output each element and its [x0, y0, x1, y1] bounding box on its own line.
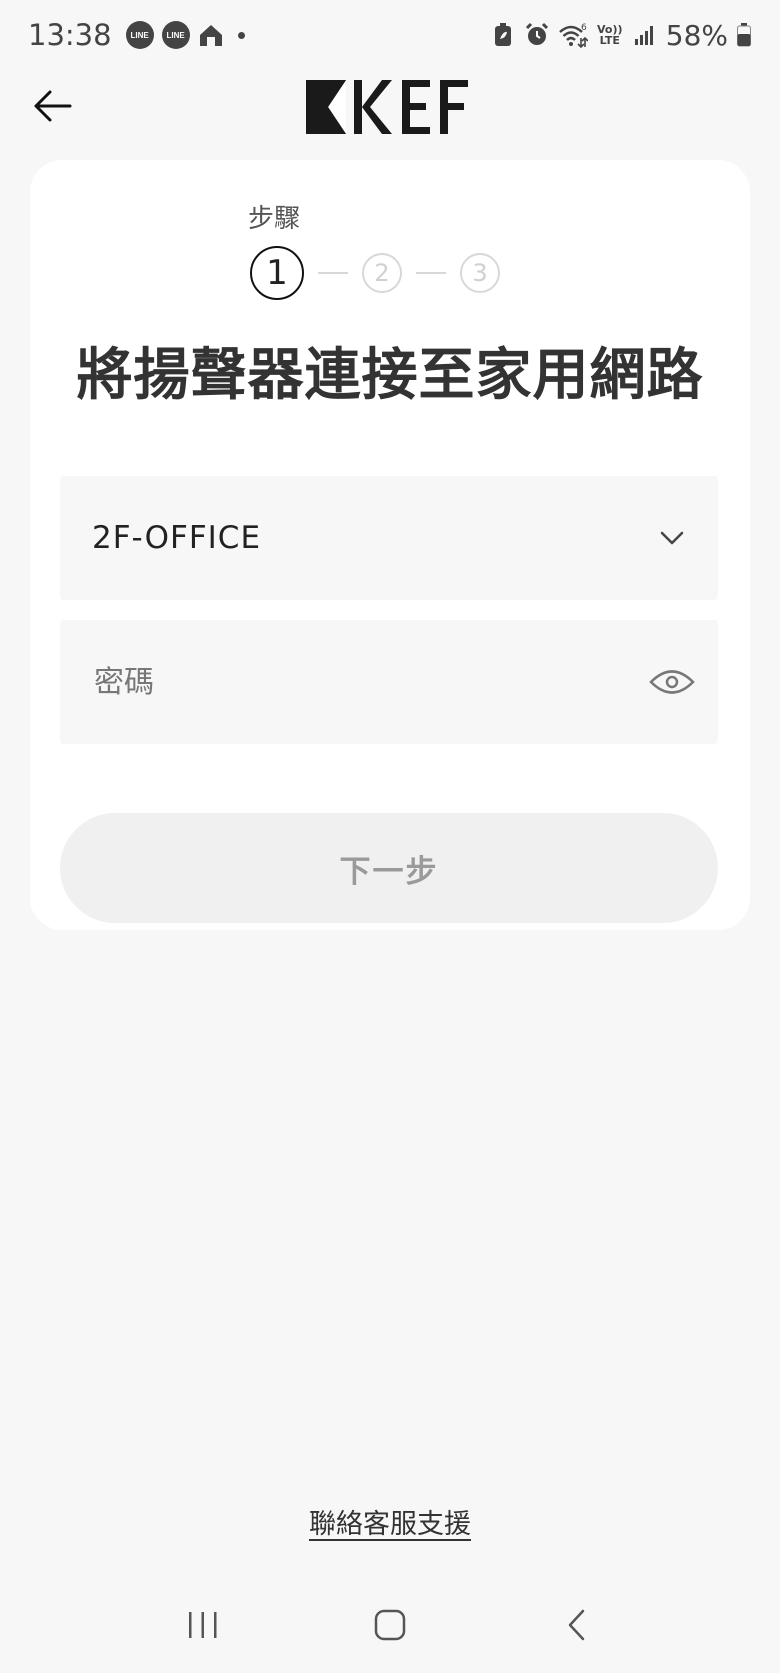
volte-icon: Vo)) LTE [596, 22, 624, 48]
chevron-down-icon [648, 514, 696, 562]
battery-saver-icon [490, 22, 516, 48]
wifi-icon: 6 [558, 22, 588, 48]
next-step-button[interactable]: 下一步 [60, 813, 718, 923]
step-2-indicator: 2 [362, 253, 402, 293]
back-icon [565, 1608, 589, 1646]
wifi-generation: 6 [581, 23, 587, 33]
recent-apps-icon [186, 1610, 220, 1644]
recent-apps-button[interactable] [168, 1597, 238, 1657]
home-icon [373, 1608, 407, 1646]
password-field-container [60, 620, 718, 744]
system-nav-bar [0, 1580, 780, 1673]
contact-support-link[interactable]: 聯絡客服支援 [0, 1502, 780, 1541]
status-left: 13:38 LINE LINE [28, 18, 245, 52]
password-input[interactable] [92, 663, 612, 701]
arrow-left-icon [32, 89, 72, 127]
network-select[interactable]: 2F-OFFICE [60, 476, 718, 600]
network-name: 2F-OFFICE [92, 520, 262, 556]
battery-percent: 58% [665, 18, 728, 52]
status-clock: 13:38 [28, 18, 112, 52]
kef-logo [306, 78, 474, 136]
signal-strength-icon [632, 22, 658, 48]
alarm-icon [524, 22, 550, 48]
eye-icon[interactable] [648, 658, 696, 706]
home-notification-icon [198, 22, 224, 48]
lte-label: LTE [599, 34, 620, 47]
setup-card: 步驟 1 2 3 將揚聲器連接至家用網路 2F-OFFICE 下一步 [30, 160, 750, 930]
home-button[interactable] [355, 1597, 425, 1657]
step-connector [318, 272, 348, 274]
back-button[interactable] [28, 84, 76, 132]
status-right: 6 Vo)) LTE 58% [490, 19, 752, 52]
steps-label: 步驟 [248, 204, 301, 234]
step-connector [416, 272, 446, 274]
battery-icon [736, 22, 752, 48]
step-3-indicator: 3 [460, 253, 500, 293]
more-notifications-dot-icon [237, 31, 245, 39]
step-1-indicator: 1 [250, 246, 304, 300]
stepper: 1 2 3 [250, 246, 500, 300]
status-bar: 13:38 LINE LINE 6 Vo)) LTE 58% [0, 0, 780, 70]
system-back-button[interactable] [542, 1597, 612, 1657]
line-notification-icon: LINE [161, 21, 190, 49]
line-notification-icon: LINE [125, 21, 154, 49]
page-title: 將揚聲器連接至家用網路 [76, 343, 704, 408]
